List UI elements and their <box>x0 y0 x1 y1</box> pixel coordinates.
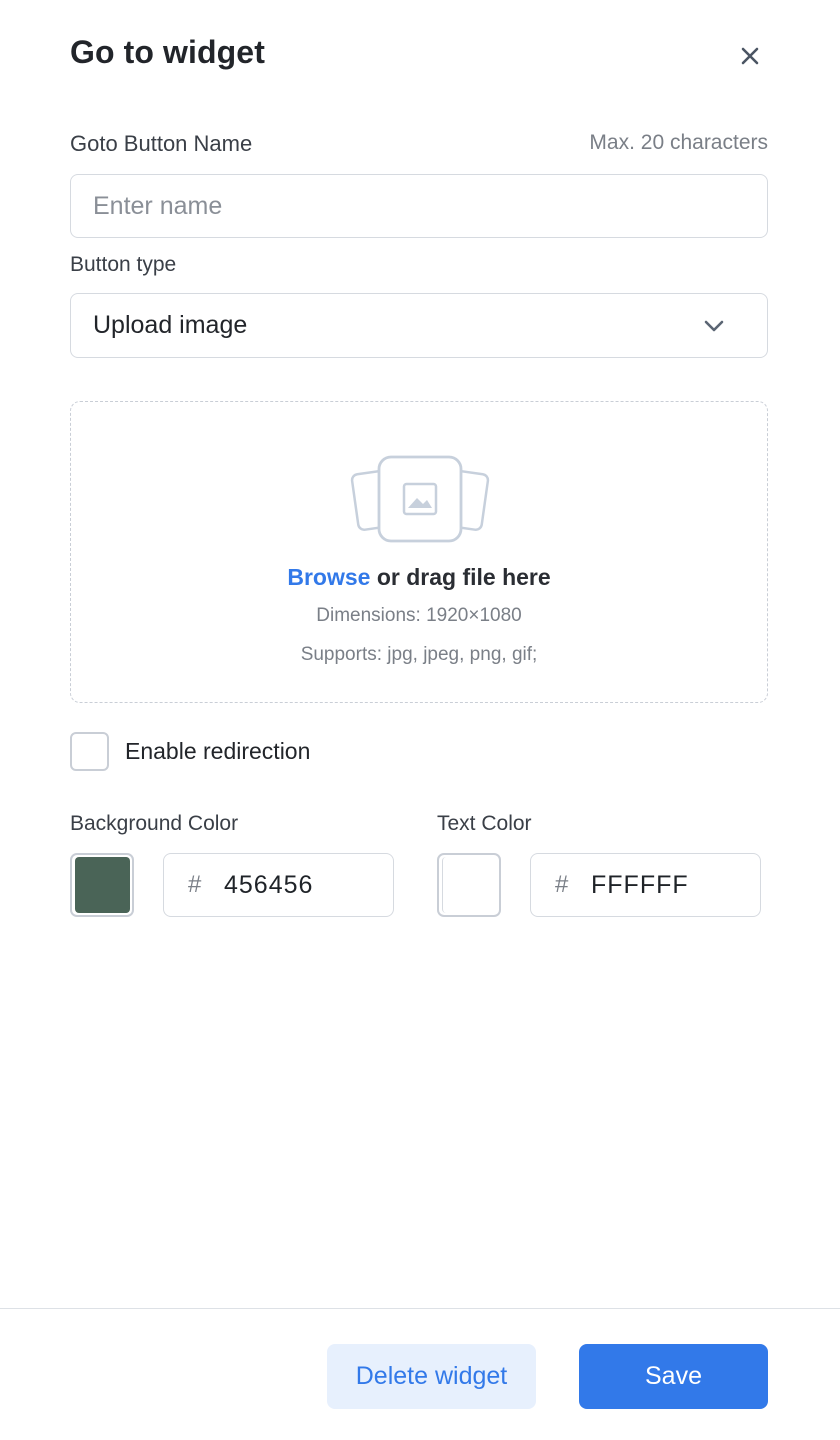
name-field-label: Goto Button Name <box>70 131 253 156</box>
text-color-label: Text Color <box>437 812 532 835</box>
panel-footer: Delete widget Save <box>0 1308 840 1440</box>
background-color-swatch[interactable] <box>70 853 134 917</box>
go-to-widget-panel: Go to widget Goto Button Name Max. 20 ch… <box>0 0 840 1440</box>
upload-dimensions: Dimensions: 1920×1080 <box>316 605 522 626</box>
button-name-input[interactable] <box>70 174 768 238</box>
upload-dropzone[interactable]: Browse or drag file here Dimensions: 192… <box>70 401 768 703</box>
hash-prefix: # <box>188 871 202 898</box>
panel-title: Go to widget <box>70 34 265 70</box>
background-color-hex-value: 456456 <box>224 870 314 899</box>
background-color-hex-input[interactable]: # 456456 <box>163 853 394 917</box>
button-type-label: Button type <box>70 253 177 276</box>
close-icon <box>741 47 759 65</box>
name-field-hint: Max. 20 characters <box>589 131 768 154</box>
upload-supported-formats: Supports: jpg, jpeg, png, gif; <box>300 644 538 665</box>
text-color-swatch[interactable] <box>437 853 501 917</box>
browse-link[interactable]: Browse <box>287 564 370 590</box>
button-type-value: Upload image <box>93 311 248 339</box>
delete-widget-button[interactable]: Delete widget <box>327 1344 536 1409</box>
close-button[interactable] <box>734 40 766 72</box>
enable-redirection-checkbox[interactable] <box>70 732 109 771</box>
background-color-fill <box>75 857 130 913</box>
drag-text: or drag file here <box>370 564 551 590</box>
text-color-fill <box>442 857 497 913</box>
upload-instruction: Browse or drag file here <box>71 564 767 591</box>
text-color-hex-input[interactable]: # FFFFFF <box>530 853 761 917</box>
text-color-hex-value: FFFFFF <box>591 870 689 899</box>
save-button[interactable]: Save <box>579 1344 768 1409</box>
enable-redirection-row[interactable]: Enable redirection <box>70 732 310 771</box>
image-icon <box>350 455 490 543</box>
chevron-down-icon <box>701 313 727 339</box>
hash-prefix: # <box>555 871 569 898</box>
button-type-select[interactable]: Upload image <box>70 293 768 358</box>
enable-redirection-label: Enable redirection <box>125 738 311 764</box>
background-color-label: Background Color <box>70 812 239 835</box>
